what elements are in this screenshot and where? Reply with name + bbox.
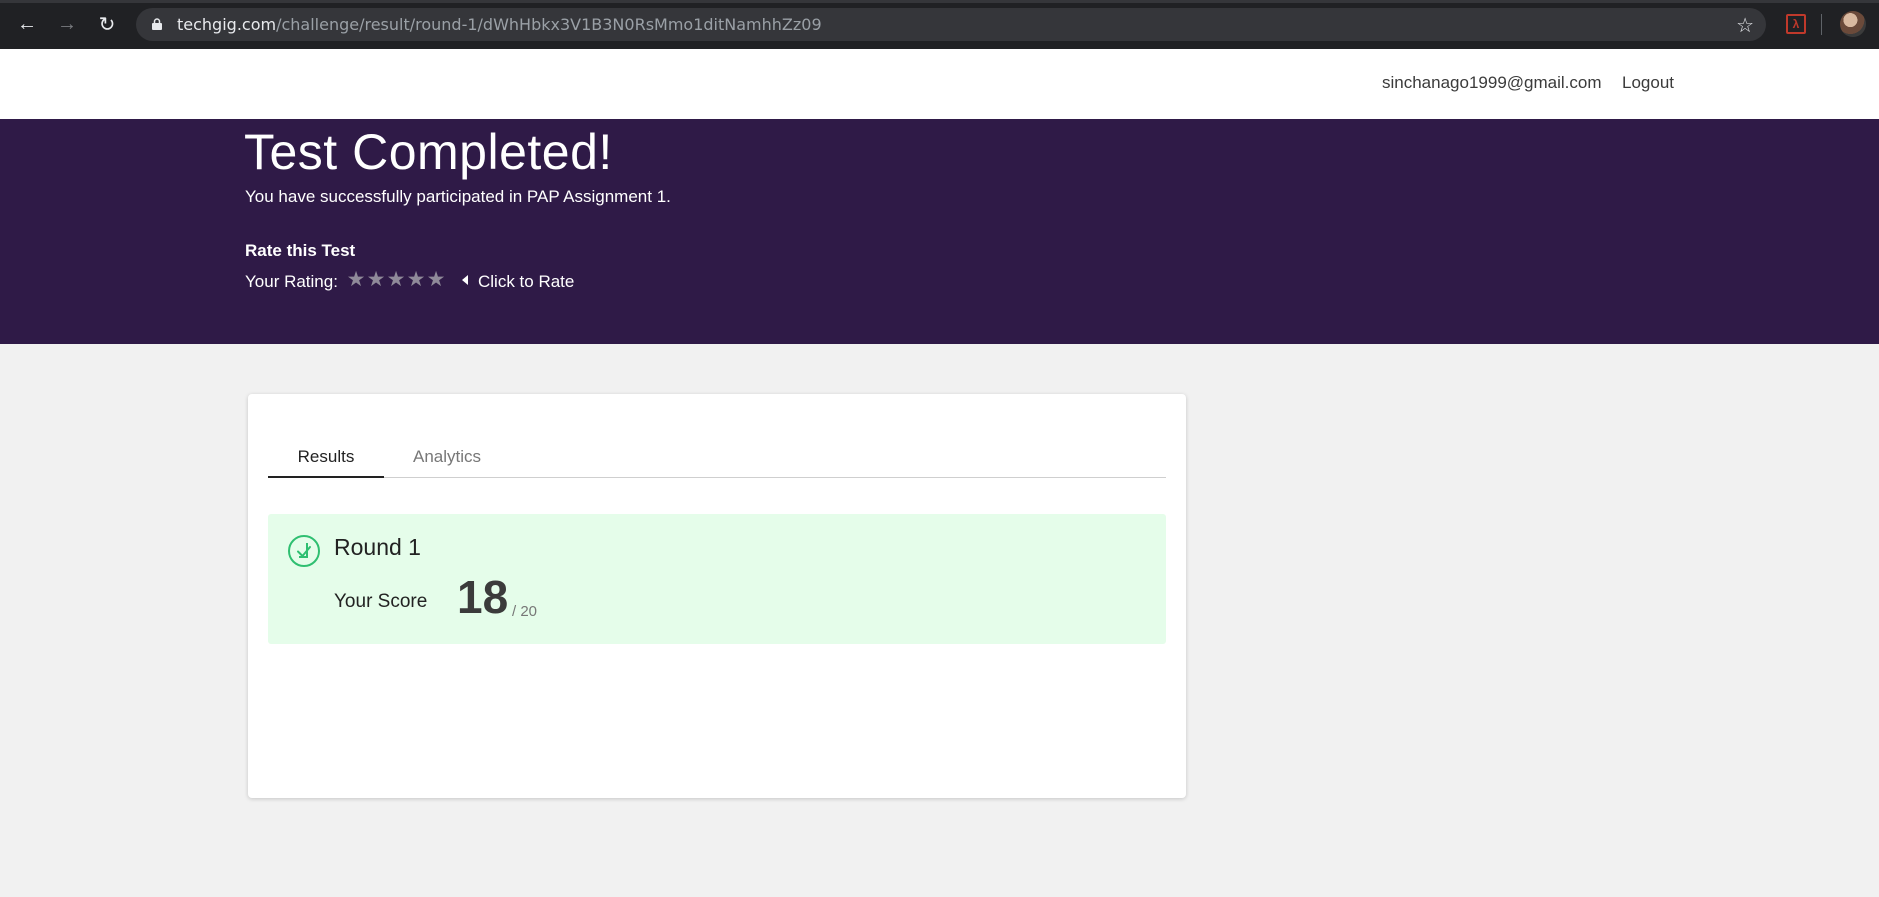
result-tabs: Results Analytics — [268, 446, 1166, 478]
url-path: /challenge/result/round-1/dWhHbkx3V1B3N0… — [276, 15, 822, 34]
bookmark-star-icon[interactable]: ☆ — [1736, 13, 1754, 38]
rating-star-icon[interactable]: ★ — [406, 269, 426, 291]
rating-star-icon[interactable]: ★ — [426, 269, 446, 291]
page-title: Test Completed! — [244, 124, 613, 180]
logout-link[interactable]: Logout — [1622, 73, 1674, 93]
user-email[interactable]: sinchanago1999@gmail.com — [1382, 73, 1602, 93]
site-header: sinchanago1999@gmail.com Logout — [0, 49, 1879, 119]
forward-arrow-icon[interactable]: → — [55, 12, 79, 36]
toolbar-divider — [1821, 14, 1822, 35]
rating-label: Your Rating: — [245, 272, 338, 291]
tab-strip-edge — [0, 0, 1879, 3]
check-circle-icon — [288, 535, 320, 567]
caret-left-icon — [462, 275, 468, 285]
address-bar[interactable]: techgig.com/challenge/result/round-1/dWh… — [136, 8, 1766, 41]
score-value: 18 — [457, 571, 509, 623]
rate-heading: Rate this Test — [245, 241, 356, 260]
result-card: Results Analytics Round 1 Your Score 18 … — [248, 394, 1186, 798]
rating-stars[interactable]: ★ ★ ★ ★ ★ — [346, 269, 446, 291]
rating-star-icon[interactable]: ★ — [346, 269, 366, 291]
round-result: Round 1 Your Score 18 / 20 — [268, 514, 1166, 644]
lock-icon — [152, 18, 162, 30]
click-to-rate-hint: Click to Rate — [478, 272, 575, 291]
reload-icon[interactable]: ↻ — [95, 12, 119, 36]
tab-results[interactable]: Results — [268, 446, 384, 478]
tab-analytics[interactable]: Analytics — [413, 446, 493, 478]
round-title: Round 1 — [334, 534, 421, 560]
rating-star-icon[interactable]: ★ — [386, 269, 406, 291]
back-arrow-icon[interactable]: ← — [15, 12, 39, 36]
score-label: Your Score — [334, 591, 428, 612]
browser-toolbar: ← → ↻ techgig.com/challenge/result/round… — [0, 0, 1879, 49]
url-host: techgig.com — [177, 15, 277, 34]
url-text[interactable]: techgig.com/challenge/result/round-1/dWh… — [177, 15, 822, 34]
pdf-extension-icon[interactable]: λ — [1786, 14, 1806, 34]
rating-star-icon[interactable]: ★ — [366, 269, 386, 291]
result-banner: Test Completed! You have successfully pa… — [0, 119, 1879, 344]
score-total: / 20 — [512, 603, 538, 620]
profile-avatar[interactable] — [1840, 11, 1866, 37]
participation-message: You have successfully participated in PA… — [245, 187, 671, 206]
